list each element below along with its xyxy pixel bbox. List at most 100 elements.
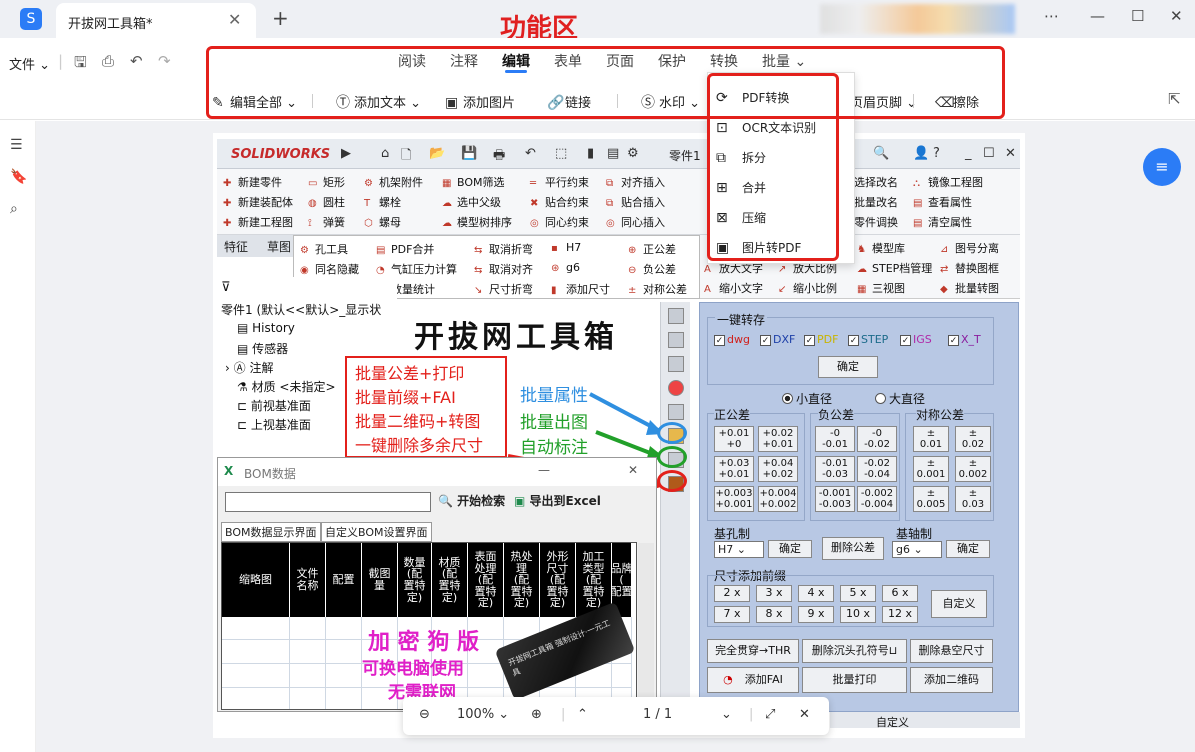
- prefix-button[interactable]: 12 x: [882, 606, 918, 623]
- tab-bom-display[interactable]: BOM数据显示界面: [221, 522, 321, 542]
- bom-column-header[interactable]: 表面 处理 (配 置特 定): [468, 543, 504, 617]
- tab-edit[interactable]: 编辑: [502, 51, 530, 71]
- bom-search-input[interactable]: [225, 492, 431, 512]
- tab-feature[interactable]: 特征: [224, 238, 248, 255]
- link-button[interactable]: 🔗链接: [547, 92, 591, 111]
- tab-convert[interactable]: 转换: [710, 51, 738, 71]
- custom-prefix-button[interactable]: 自定义: [931, 590, 987, 618]
- shaft-confirm-button[interactable]: 确定: [946, 540, 990, 558]
- pos-tol-button[interactable]: +0.004 +0.002: [758, 486, 798, 512]
- more-icon[interactable]: ⋯: [1044, 7, 1059, 25]
- neg-tol-button[interactable]: -0.01 -0.03: [815, 456, 855, 482]
- close-icon[interactable]: ✕: [228, 10, 241, 29]
- pos-tol-button[interactable]: +0.03 +0.01: [714, 456, 754, 482]
- bom-column-header[interactable]: 文件 名称: [290, 543, 326, 617]
- neg-tol-button[interactable]: -0.002 -0.004: [857, 486, 897, 512]
- page-indicator[interactable]: 1 / 1: [643, 707, 672, 722]
- export-confirm-button[interactable]: 确定: [818, 356, 878, 378]
- save-icon[interactable]: 🖫: [74, 52, 87, 77]
- redo-icon[interactable]: ↷: [158, 52, 171, 70]
- prefix-button[interactable]: 3 x: [756, 585, 792, 602]
- bom-close-icon[interactable]: ✕: [628, 463, 638, 477]
- erase-button[interactable]: ⌫擦除: [935, 92, 979, 111]
- delete-tolerance-button[interactable]: 删除公差: [822, 537, 884, 560]
- ai-assistant-button[interactable]: ≡: [1143, 148, 1181, 186]
- bookmark-icon[interactable]: 🔖: [10, 169, 27, 185]
- thumbnails-icon[interactable]: ☰: [10, 137, 23, 153]
- prefix-button[interactable]: 10 x: [840, 606, 876, 623]
- pos-tol-button[interactable]: +0.02 +0.01: [758, 426, 798, 452]
- watermark-button[interactable]: Ⓢ 水印 ⌄: [641, 92, 700, 112]
- menu-item-merge[interactable]: ⊞ 合并: [716, 179, 766, 196]
- prefix-button[interactable]: 9 x: [798, 606, 834, 623]
- format-step[interactable]: ✓ STEP: [848, 333, 888, 346]
- bom-column-header[interactable]: 材质 (配 置特 定): [432, 543, 468, 617]
- sym-tol-button[interactable]: ± 0.03: [955, 486, 991, 512]
- shaft-basis-select[interactable]: g6 ⌄: [892, 541, 942, 558]
- tab-page[interactable]: 页面: [606, 51, 634, 71]
- prefix-button[interactable]: 5 x: [840, 585, 876, 602]
- tab-annotate[interactable]: 注释: [450, 51, 478, 71]
- edit-all-button[interactable]: ✎ 编辑全部 ⌄: [212, 92, 297, 111]
- pos-tol-button[interactable]: +0.01 +0: [714, 426, 754, 452]
- hole-confirm-button[interactable]: 确定: [768, 540, 812, 558]
- format-dxf[interactable]: ✓ DXF: [760, 333, 795, 346]
- prefix-button[interactable]: 6 x: [882, 585, 918, 602]
- hole-basis-select[interactable]: H7 ⌄: [714, 541, 764, 558]
- format-xt[interactable]: ✓ X_T: [948, 333, 981, 346]
- format-igs[interactable]: ✓ IGS: [900, 333, 932, 346]
- add-qrcode-button[interactable]: 添加二维码: [910, 667, 993, 693]
- pos-tol-button[interactable]: +0.04 +0.02: [758, 456, 798, 482]
- bom-column-header[interactable]: 热处 理 (配 置特 定): [504, 543, 540, 617]
- tab-read[interactable]: 阅读: [398, 51, 426, 71]
- bom-column-header[interactable]: 截图 量: [362, 543, 398, 617]
- sym-tol-button[interactable]: ± 0.005: [913, 486, 949, 512]
- undo-icon[interactable]: ↶: [130, 52, 143, 70]
- delete-sink-button[interactable]: 删除沉头孔符号⊔: [802, 639, 907, 663]
- radio-large-diameter[interactable]: 大直径: [875, 390, 925, 407]
- bom-column-header[interactable]: 外形 尺寸 (配 置特 定): [540, 543, 576, 617]
- format-pdf[interactable]: ✓ PDF: [804, 333, 838, 346]
- pos-tol-button[interactable]: +0.003 +0.001: [714, 486, 754, 512]
- search-icon[interactable]: ⌕: [10, 201, 18, 217]
- print-icon[interactable]: ⎙: [102, 52, 114, 70]
- sym-tol-button[interactable]: ± 0.01: [913, 426, 949, 452]
- batch-print-button[interactable]: 批量打印: [802, 667, 907, 693]
- add-fai-button[interactable]: ◔ 添加FAI: [707, 667, 799, 693]
- prefix-button[interactable]: 2 x: [714, 585, 750, 602]
- format-dwg[interactable]: ✓ dwg: [714, 333, 750, 346]
- menu-item-compress[interactable]: ⊠ 压缩: [716, 209, 766, 226]
- new-tab-button[interactable]: +: [272, 6, 289, 30]
- close-zoombar-icon[interactable]: ✕: [799, 707, 810, 722]
- next-page-icon[interactable]: ⌄: [721, 707, 732, 722]
- sym-tol-button[interactable]: ± 0.002: [955, 456, 991, 482]
- menu-item-split[interactable]: ⧉ 拆分: [716, 149, 766, 166]
- neg-tol-button[interactable]: -0.02 -0.04: [857, 456, 897, 482]
- neg-tol-button[interactable]: -0 -0.02: [857, 426, 897, 452]
- full-through-button[interactable]: 完全贯穿→THR: [707, 639, 799, 663]
- bom-column-header[interactable]: 配置: [326, 543, 362, 617]
- export-excel-button[interactable]: ▣ 导出到Excel: [514, 492, 601, 509]
- add-text-button[interactable]: Ⓣ 添加文本 ⌄: [336, 92, 421, 112]
- neg-tol-button[interactable]: -0.001 -0.003: [815, 486, 855, 512]
- bom-column-header[interactable]: 数量 (配 置特 定): [398, 543, 432, 617]
- prefix-button[interactable]: 4 x: [798, 585, 834, 602]
- minimize-button[interactable]: —: [1090, 7, 1105, 25]
- menu-item-pdf-convert[interactable]: ⟳ PDF转换: [716, 89, 789, 106]
- file-menu[interactable]: 文件 ⌄: [9, 54, 50, 73]
- bom-column-header[interactable]: 缩略图: [222, 543, 290, 617]
- menu-item-image-to-pdf[interactable]: ▣ 图片转PDF: [716, 239, 801, 256]
- delete-float-dimension-button[interactable]: 删除悬空尺寸: [910, 639, 993, 663]
- prev-page-icon[interactable]: ⌃: [577, 707, 588, 722]
- menu-item-ocr[interactable]: ⊡ OCR文本识别: [716, 119, 816, 136]
- prefix-button[interactable]: 7 x: [714, 606, 750, 623]
- document-tab[interactable]: 开拔网工具箱* ✕: [56, 3, 256, 38]
- zoom-level[interactable]: 100% ⌄: [457, 707, 509, 722]
- maximize-button[interactable]: ☐: [1131, 7, 1144, 25]
- prefix-button[interactable]: 8 x: [756, 606, 792, 623]
- tab-form[interactable]: 表单: [554, 51, 582, 71]
- fullscreen-icon[interactable]: ⤢: [765, 707, 775, 722]
- window-close-button[interactable]: ✕: [1170, 7, 1183, 25]
- start-search-button[interactable]: 🔍 开始检索: [438, 492, 505, 509]
- tab-batch[interactable]: 批量 ⌄: [762, 51, 806, 71]
